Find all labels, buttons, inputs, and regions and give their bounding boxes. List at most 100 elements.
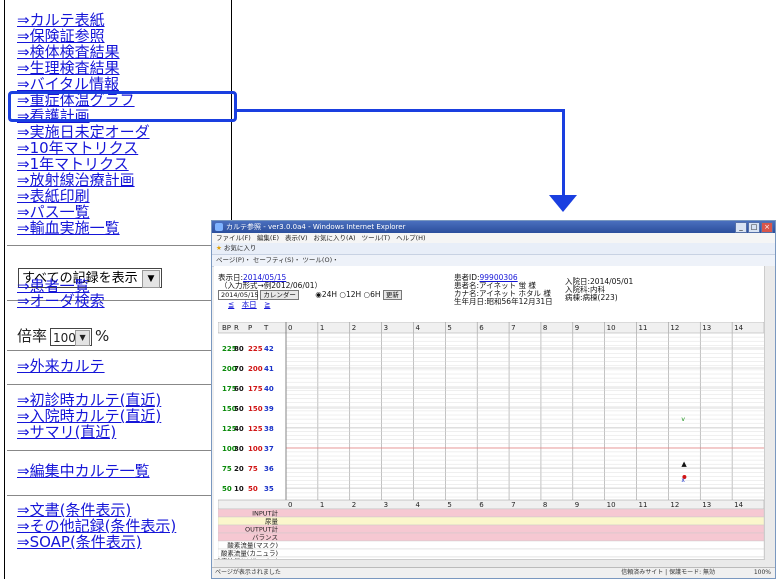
zoom-label: 倍率 [17,327,48,345]
soap-link[interactable]: ⇒SOAP(条件表示) [17,534,142,550]
editing-chart-list-link[interactable]: ⇒編集中カルテ一覧 [17,463,150,479]
summary-link[interactable]: ⇒サマリ(直近) [17,424,116,440]
vital-scale-label: 42 [264,345,274,353]
hour-tick-label: 4 [415,501,420,509]
chart-nav-link[interactable]: ⇒1年マトリクス [17,156,150,172]
date-input[interactable]: 2014/05/15 [218,290,258,300]
status-text: ページが表示されました [215,569,281,576]
zoom-control: 倍率 100 ▼% [17,326,109,346]
documents-link[interactable]: ⇒文書(条件表示) [17,502,131,518]
hour-tick-label: 10 [607,324,616,332]
resp-mark: ▲ [681,460,687,468]
chart-nav-link[interactable]: ⇒検体検査結果 [17,44,150,60]
menu-item[interactable]: ツール(T) [362,234,391,242]
hour-tick-label: 1 [320,324,324,332]
first-visit-chart-link[interactable]: ⇒初診時カルテ(直近) [17,392,161,408]
vital-scale-label: 80 [234,345,244,353]
radio-12h[interactable]: ○12H [339,290,361,299]
chart-nav-link[interactable]: ⇒生理検査結果 [17,60,150,76]
vital-scale-label: 50 [234,405,244,413]
menu-item[interactable]: ファイル(F) [216,234,251,242]
vital-scale-label: 150 [248,405,263,413]
status-bar: ページが表示されました 信頼済みサイト | 保護モード: 無効 100% [212,567,775,578]
maximize-button[interactable]: □ [748,222,760,233]
hour-tick-label: 5 [447,501,451,509]
vital-scale-label: 75 [222,465,232,473]
close-button[interactable]: × [761,222,773,233]
dropdown-arrow-icon[interactable]: ▼ [142,270,160,288]
other-records-link[interactable]: ⇒その他記録(条件表示) [17,518,176,534]
browser-window: カルテ参照 - ver3.0.0a4 - Windows Internet Ex… [211,220,776,579]
vital-scale-label: 75 [248,465,258,473]
update-button[interactable]: 更新 [382,290,402,300]
vital-scale-label: 40 [234,425,244,433]
hour-tick-label: 4 [415,324,420,332]
date-nav: ≦ 本日 ≧ [228,300,270,309]
vital-scale-label: 36 [264,465,274,473]
zoom-level[interactable]: 100% [754,568,771,578]
hour-tick-label: 6 [479,324,484,332]
chart-nav-link[interactable]: ⇒保険証参照 [17,28,150,44]
chart-nav-link[interactable]: ⇒実施日未定オーダ [17,124,150,140]
sidebar: ⇒カルテ表紙 ⇒保険証参照 ⇒検体検査結果 ⇒生理検査結果 ⇒バイタル情報 ⇒重症体温グラ… [4,0,232,579]
chart-nav-link[interactable]: ⇒放射線治療計画 [17,172,150,188]
window-titlebar: カルテ参照 - ver3.0.0a4 - Windows Internet Ex… [212,221,775,233]
vital-scale-label: 100 [248,445,263,453]
hour-tick-label: 9 [575,324,579,332]
outpatient-chart-link[interactable]: ⇒外来カルテ [17,358,105,374]
vital-scale-label: 37 [264,445,274,453]
vital-scale-label: 50 [248,485,258,493]
radio-6h[interactable]: ○6H [364,290,381,299]
chart-nav-link[interactable]: ⇒パス一覧 [17,204,150,220]
sidebar-divider [7,495,225,496]
hour-tick-label: 5 [447,324,451,332]
menu-item[interactable]: 表示(V) [285,234,308,242]
chart-nav-link[interactable]: ⇒10年マトリクス [17,140,150,156]
today-link[interactable]: 本日 [242,300,257,309]
connector-line [562,109,565,197]
hour-tick-label: 6 [479,501,484,509]
vital-scale-label: 50 [222,485,232,493]
command-bar-items[interactable]: ページ(P)・ セーフティ(S)・ ツール(O)・ [216,256,339,264]
hour-tick-label: 12 [670,501,679,509]
menu-bar: ファイル(F) 編集(E) 表示(V) お気に入り(A) ツール(T) ヘルプ(H) [212,233,775,243]
zoom-select[interactable]: 100 ▼ [50,327,93,346]
calendar-button[interactable]: カレンダー [260,290,299,300]
chart-nav-link[interactable]: ⇒輸血実施一覧 [17,220,150,236]
intake-output-label: 尿量 [265,518,279,526]
chart-nav-link[interactable]: ⇒バイタル情報 [17,76,150,92]
minimize-button[interactable]: _ [735,222,747,233]
favorites-star-icon: ★ [216,244,222,252]
hour-tick-label: 10 [607,501,616,509]
prev-day-link[interactable]: ≦ [228,300,234,309]
hour-tick-label: 14 [734,324,743,332]
intake-output-row [218,524,764,534]
vital-scale-label: 39 [264,405,274,413]
zoom-unit: % [95,327,110,345]
intake-output-label: バランス [252,534,278,542]
sidebar-divider [7,245,225,246]
chart-nav-link[interactable]: ⇒表紙印刷 [17,188,150,204]
date-controls: 2014/05/15 カレンダー ◉24H ○12H ○6H 更新 [218,290,402,300]
highlight-box [8,91,237,122]
vital-scale-label: 30 [234,445,244,453]
admission-chart-link[interactable]: ⇒入院時カルテ(直近) [17,408,161,424]
next-day-link[interactable]: ≧ [264,300,270,309]
dropdown-arrow-icon[interactable]: ▼ [75,329,91,346]
intake-output-label: INPUT計 [252,509,278,518]
chart-nav-link[interactable]: ⇒カルテ表紙 [17,12,150,28]
intake-output-label: OUTPUT計 [245,525,278,534]
hour-tick-label: 2 [352,324,356,332]
menu-item[interactable]: 編集(E) [257,234,279,242]
menu-item[interactable]: お気に入り(A) [314,234,356,242]
order-search-link[interactable]: ⇒オーダ検索 [17,293,105,309]
vital-scale-label: 225 [248,345,263,353]
vital-scale-label: 10 [234,485,244,493]
vertical-scrollbar[interactable] [764,266,775,569]
page-content: 表示日:2014/05/15 （入力形式→例2012/06/01） 2014/0… [214,266,765,569]
radio-24h[interactable]: ◉24H [315,290,337,299]
menu-item[interactable]: ヘルプ(H) [396,234,425,242]
sidebar-divider [7,384,225,385]
hour-tick-label: 1 [320,501,324,509]
favorites-label[interactable]: お気に入り [224,244,257,252]
